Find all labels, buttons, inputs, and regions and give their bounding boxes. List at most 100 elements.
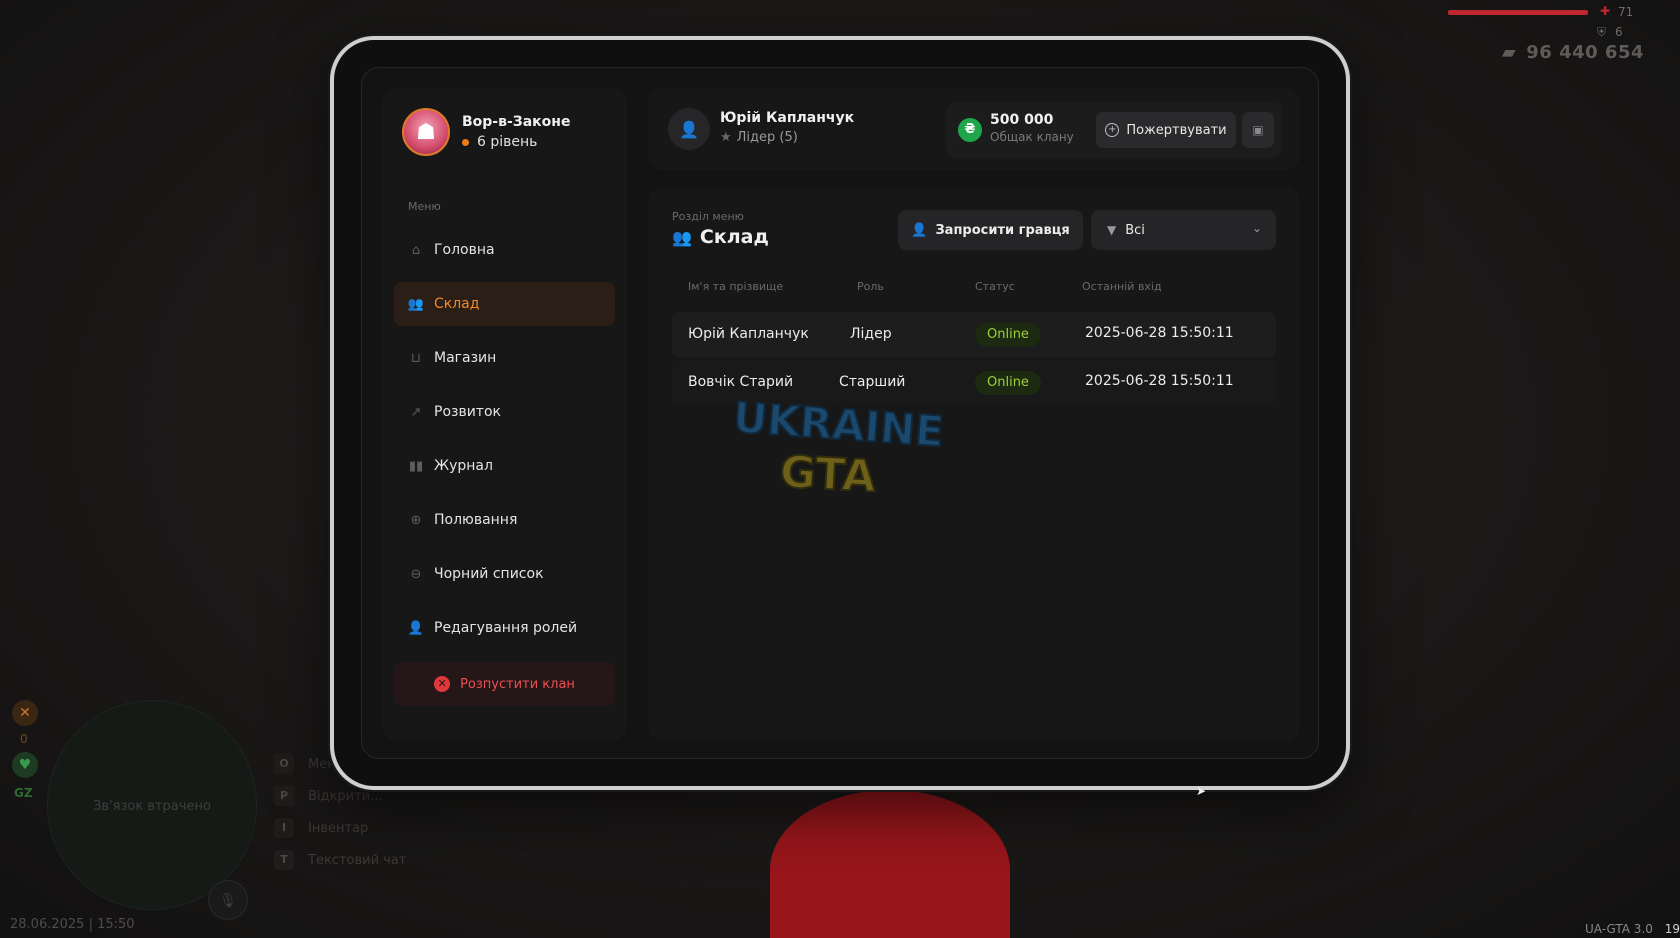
sidebar-item-hunting[interactable]: ⊕ Полювання bbox=[394, 498, 615, 542]
status-badge: Online bbox=[975, 371, 1041, 395]
hint-item: T Текстовий чат bbox=[274, 844, 406, 876]
mouse-cursor-icon: ➤ bbox=[1196, 784, 1207, 798]
armor-value: 6 bbox=[1615, 25, 1623, 39]
home-icon: ⌂ bbox=[411, 242, 421, 258]
sidebar-item-role-editing[interactable]: 👤 Редагування ролей bbox=[394, 606, 615, 650]
version-extra: 19 bbox=[1664, 922, 1680, 936]
ukraine-gta-watermark: UKRAINE GTA bbox=[731, 393, 947, 503]
basket-icon: ⊔ bbox=[410, 350, 422, 366]
hint-key: P bbox=[274, 786, 294, 806]
roster-panel: Розділ меню 👥 Склад 👤 Запросити гравця ▼ Вс… bbox=[648, 188, 1300, 798]
table-header: Ім'я та прізвище Роль Статус Останній вх… bbox=[672, 280, 1276, 300]
clan-level-text: 6 рівень bbox=[477, 134, 538, 150]
sidebar-item-shop[interactable]: ⊔ Магазин bbox=[394, 336, 615, 380]
user-avatar-icon: 👤 bbox=[668, 108, 710, 150]
close-circle-icon: ✕ bbox=[434, 676, 451, 692]
character-shirt bbox=[770, 790, 1010, 938]
sidebar-item-home[interactable]: ⌂ Головна bbox=[394, 228, 615, 272]
hint-item: I Інвентар bbox=[274, 812, 406, 844]
level-dot-icon bbox=[462, 138, 469, 146]
bank-history-button[interactable]: ▣ bbox=[1242, 112, 1274, 148]
sidebar-item-journal[interactable]: ▮▮ Журнал bbox=[394, 444, 615, 488]
safe-icon: ▣ bbox=[1252, 123, 1264, 137]
tablet: ☗ Вор-в-Законе 6 рівень Меню ⌂ Головна 👥 С… bbox=[330, 36, 1350, 798]
clan-name: Вор-в-Законе bbox=[462, 114, 571, 130]
donate-button[interactable]: + Пожертвувати bbox=[1096, 112, 1236, 148]
money-icon: ▰ bbox=[1501, 42, 1517, 63]
minimap-top-value: 0 bbox=[20, 732, 28, 746]
sidebar-item-label: Головна bbox=[434, 242, 495, 258]
book-icon: ▮▮ bbox=[408, 458, 424, 474]
sidebar-item-label: Редагування ролей bbox=[434, 620, 578, 636]
user-role: ★ Лідер (5) bbox=[720, 130, 798, 145]
member-role: Старший bbox=[839, 374, 906, 390]
sidebar-item-development[interactable]: ↗ Розвиток bbox=[394, 390, 615, 434]
section-title-text: Склад bbox=[699, 226, 769, 248]
minimap-label: GZ bbox=[14, 786, 33, 800]
disband-label: Розпустити клан bbox=[460, 676, 575, 692]
microphone-icon: 🎙 bbox=[208, 880, 248, 920]
user-card: 👤 Юрій Капланчук ★ Лідер (5) ₴ 500 000 Об… bbox=[648, 88, 1300, 170]
sidebar-item-label: Склад bbox=[434, 296, 480, 312]
column-header-name: Ім'я та прізвище bbox=[688, 280, 784, 293]
hint-key: T bbox=[274, 850, 294, 870]
column-header-status: Статус bbox=[975, 280, 1015, 293]
member-role: Лідер bbox=[850, 326, 892, 342]
sidebar-menu: ⌂ Головна 👥 Склад ⊔ Магазин ↗ Розвиток ▮▮ Жур… bbox=[394, 228, 615, 660]
plus-circle-icon: + bbox=[1105, 123, 1120, 137]
invite-label: Запросити гравця bbox=[935, 222, 1070, 238]
user-name: Юрій Капланчук bbox=[720, 110, 855, 126]
chevron-down-icon: ⌄ bbox=[1251, 221, 1262, 235]
chart-icon: ↗ bbox=[410, 404, 422, 420]
member-name: Юрій Капланчук bbox=[688, 326, 809, 342]
clan-level: 6 рівень bbox=[462, 134, 570, 150]
filter-value: Всі bbox=[1125, 222, 1145, 238]
money-value: 96 440 654 bbox=[1526, 42, 1644, 63]
watermark-line-2: GTA bbox=[779, 447, 878, 503]
invite-player-button[interactable]: 👤 Запросити гравця bbox=[898, 210, 1083, 250]
version-text: UA-GTA 3.0 bbox=[1585, 922, 1653, 936]
bank-label: Общак клану bbox=[990, 130, 1074, 144]
version-label: UA-GTA 3.0 19 bbox=[1585, 922, 1680, 936]
armor-shield-icon: ⛨ bbox=[1597, 25, 1607, 39]
clan-avatar: ☗ bbox=[402, 108, 450, 156]
user-edit-icon: 👤 bbox=[407, 620, 425, 636]
sidebar: ☗ Вор-в-Законе 6 рівень Меню ⌂ Головна 👥 С… bbox=[382, 88, 627, 740]
table-row[interactable]: Вовчік Старий Старший Online 2025-06-28 … bbox=[672, 360, 1276, 406]
clan-bank: ₴ 500 000 Общак клану + Пожертвувати ▣ bbox=[946, 102, 1282, 158]
filter-select[interactable]: ▼ Всі ⌄ bbox=[1091, 210, 1276, 250]
sidebar-item-roster[interactable]: 👥 Склад bbox=[394, 282, 615, 326]
people-icon: 👥 bbox=[407, 296, 425, 312]
bank-amount: 500 000 bbox=[990, 112, 1054, 128]
sidebar-item-blacklist[interactable]: ⊖ Чорний список bbox=[394, 552, 615, 596]
hint-label: Відкрити... bbox=[308, 788, 383, 804]
member-last-login: 2025-06-28 15:50:11 bbox=[1085, 325, 1234, 341]
column-header-last-login: Останній вхід bbox=[1082, 280, 1162, 293]
crossed-swords-icon: ✕ bbox=[12, 700, 38, 726]
user-add-icon: 👤 bbox=[911, 222, 928, 238]
minimap-status: Зв'язок втрачено bbox=[93, 799, 211, 814]
sidebar-item-label: Журнал bbox=[434, 458, 493, 474]
member-name: Вовчік Старий bbox=[688, 374, 794, 390]
crosshair-icon: ⊕ bbox=[410, 512, 422, 528]
donate-label: Пожертвувати bbox=[1126, 122, 1227, 138]
disband-clan-button[interactable]: ✕ Розпустити клан bbox=[394, 662, 615, 706]
clan-profile: ☗ Вор-в-Законе 6 рівень bbox=[402, 108, 570, 156]
health-cross-icon: ✚ bbox=[1600, 4, 1611, 18]
datetime: 28.06.2025 | 15:50 bbox=[10, 917, 135, 932]
block-icon: ⊖ bbox=[410, 566, 422, 582]
people-icon: 👥 bbox=[672, 227, 692, 247]
table-row[interactable]: Юрій Капланчук Лідер Online 2025-06-28 1… bbox=[672, 312, 1276, 358]
green-zone-icon: ♥ bbox=[12, 752, 38, 778]
hud-money: ▰ 96 440 654 bbox=[1502, 42, 1644, 63]
hryvnia-coin-icon: ₴ bbox=[958, 118, 982, 142]
funnel-icon: ▼ bbox=[1107, 223, 1117, 237]
section-title: 👥 Склад bbox=[672, 226, 769, 248]
section-caption: Розділ меню bbox=[672, 210, 744, 223]
user-role-text: Лідер (5) bbox=[736, 130, 798, 145]
sidebar-item-label: Розвиток bbox=[434, 404, 501, 420]
hint-label: Текстовий чат bbox=[308, 852, 407, 868]
sidebar-item-label: Чорний список bbox=[434, 566, 544, 582]
health-bar bbox=[1448, 10, 1588, 15]
menu-caption: Меню bbox=[408, 200, 441, 213]
